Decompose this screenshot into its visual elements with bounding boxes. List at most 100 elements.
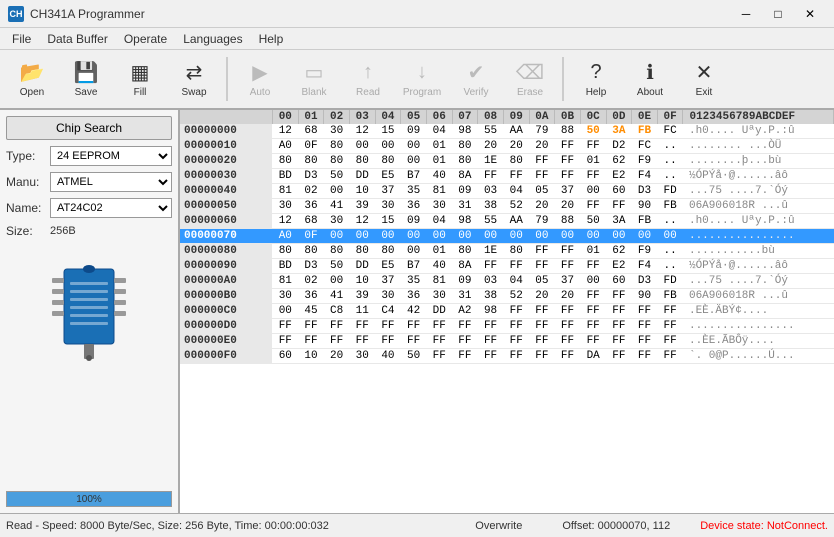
hex-byte-cell[interactable]: 50 <box>324 259 350 274</box>
hex-byte-cell[interactable]: A2 <box>452 304 478 319</box>
hex-byte-cell[interactable]: 55 <box>478 124 504 139</box>
hex-byte-cell[interactable]: FF <box>478 259 504 274</box>
hex-byte-cell[interactable]: 1E <box>478 244 504 259</box>
hex-byte-cell[interactable]: 11 <box>349 304 375 319</box>
hex-byte-cell[interactable]: 36 <box>401 199 427 214</box>
hex-byte-cell[interactable]: 39 <box>349 199 375 214</box>
hex-byte-cell[interactable]: FF <box>529 334 555 349</box>
hex-byte-cell[interactable]: 00 <box>503 229 529 244</box>
hex-byte-cell[interactable]: 20 <box>529 289 555 304</box>
hex-byte-cell[interactable]: FF <box>555 244 581 259</box>
hex-byte-cell[interactable]: E5 <box>375 259 401 274</box>
hex-byte-cell[interactable]: .. <box>657 154 683 169</box>
table-row[interactable]: 000000C00045C811C442DDA298FFFFFFFFFFFFFF… <box>180 304 834 319</box>
hex-byte-cell[interactable]: 37 <box>555 184 581 199</box>
hex-byte-cell[interactable]: FF <box>632 319 658 334</box>
hex-byte-cell[interactable]: B7 <box>401 169 427 184</box>
hex-byte-cell[interactable]: DD <box>349 169 375 184</box>
hex-byte-cell[interactable]: 37 <box>375 184 401 199</box>
hex-byte-cell[interactable]: .. <box>657 259 683 274</box>
hex-byte-cell[interactable]: FF <box>529 169 555 184</box>
hex-byte-cell[interactable]: 62 <box>606 244 632 259</box>
hex-byte-cell[interactable]: FF <box>503 304 529 319</box>
hex-byte-cell[interactable]: FF <box>272 334 298 349</box>
hex-byte-cell[interactable]: 00 <box>426 229 452 244</box>
table-row[interactable]: 000000F0601020304050FFFFFFFFFFFFDAFFFFFF… <box>180 349 834 364</box>
hex-byte-cell[interactable]: 00 <box>580 229 606 244</box>
hex-byte-cell[interactable]: FB <box>632 214 658 229</box>
hex-byte-cell[interactable]: FF <box>657 319 683 334</box>
hex-byte-cell[interactable]: F9 <box>632 244 658 259</box>
hex-byte-cell[interactable]: 60 <box>272 349 298 364</box>
hex-byte-cell[interactable]: 81 <box>272 274 298 289</box>
hex-byte-cell[interactable]: FF <box>426 319 452 334</box>
hex-byte-cell[interactable]: 01 <box>426 244 452 259</box>
fill-button[interactable]: ▦Fill <box>114 53 166 105</box>
hex-byte-cell[interactable]: 40 <box>375 349 401 364</box>
hex-byte-cell[interactable]: 12 <box>272 124 298 139</box>
hex-byte-cell[interactable]: 30 <box>272 289 298 304</box>
hex-byte-cell[interactable]: 80 <box>452 154 478 169</box>
hex-byte-cell[interactable]: 00 <box>349 229 375 244</box>
hex-byte-cell[interactable]: AA <box>503 214 529 229</box>
type-select[interactable]: 24 EEPROM <box>50 146 172 166</box>
hex-byte-cell[interactable]: FF <box>580 304 606 319</box>
hex-byte-cell[interactable]: 30 <box>375 289 401 304</box>
hex-byte-cell[interactable]: 30 <box>426 289 452 304</box>
hex-byte-cell[interactable]: 00 <box>375 139 401 154</box>
hex-byte-cell[interactable]: 0F <box>298 139 324 154</box>
hex-byte-cell[interactable]: 40 <box>426 259 452 274</box>
hex-byte-cell[interactable]: 38 <box>478 199 504 214</box>
table-row[interactable]: 000000408102001037358109030405370060D3FD… <box>180 184 834 199</box>
hex-byte-cell[interactable]: 30 <box>272 199 298 214</box>
hex-byte-cell[interactable]: 10 <box>349 274 375 289</box>
hex-byte-cell[interactable]: 80 <box>272 154 298 169</box>
hex-byte-cell[interactable]: E2 <box>606 169 632 184</box>
maximize-button[interactable]: □ <box>762 4 794 24</box>
hex-byte-cell[interactable]: 80 <box>324 139 350 154</box>
table-row[interactable]: 00000050303641393036303138522020FFFF90FB… <box>180 199 834 214</box>
hex-byte-cell[interactable]: B7 <box>401 259 427 274</box>
help-button[interactable]: ?Help <box>570 53 622 105</box>
hex-byte-cell[interactable]: F4 <box>632 259 658 274</box>
hex-byte-cell[interactable]: FF <box>375 334 401 349</box>
exit-button[interactable]: ✕Exit <box>678 53 730 105</box>
hex-byte-cell[interactable]: 00 <box>632 229 658 244</box>
hex-byte-cell[interactable]: FF <box>478 349 504 364</box>
hex-byte-cell[interactable]: 8A <box>452 259 478 274</box>
hex-byte-cell[interactable]: 45 <box>298 304 324 319</box>
hex-byte-cell[interactable]: 20 <box>503 139 529 154</box>
hex-byte-cell[interactable]: 88 <box>555 124 581 139</box>
hex-byte-cell[interactable]: 00 <box>580 184 606 199</box>
hex-byte-cell[interactable]: 15 <box>375 214 401 229</box>
hex-byte-cell[interactable]: A0 <box>272 139 298 154</box>
hex-byte-cell[interactable]: 42 <box>401 304 427 319</box>
hex-byte-cell[interactable]: FF <box>657 349 683 364</box>
hex-byte-cell[interactable]: DD <box>349 259 375 274</box>
hex-byte-cell[interactable]: FF <box>452 334 478 349</box>
hex-byte-cell[interactable]: 01 <box>580 154 606 169</box>
table-row[interactable]: 00000030BDD350DDE5B7408AFFFFFFFFFFE2F4..… <box>180 169 834 184</box>
hex-byte-cell[interactable]: FC <box>632 139 658 154</box>
hex-byte-cell[interactable]: FF <box>401 334 427 349</box>
hex-byte-cell[interactable]: 68 <box>298 214 324 229</box>
hex-byte-cell[interactable]: FF <box>478 334 504 349</box>
hex-byte-cell[interactable]: 00 <box>478 229 504 244</box>
hex-byte-cell[interactable]: 09 <box>452 184 478 199</box>
hex-byte-cell[interactable]: 80 <box>452 139 478 154</box>
hex-byte-cell[interactable]: 20 <box>529 139 555 154</box>
hex-byte-cell[interactable]: FF <box>606 304 632 319</box>
hex-byte-cell[interactable]: DD <box>426 304 452 319</box>
hex-byte-cell[interactable]: FF <box>580 334 606 349</box>
hex-byte-cell[interactable]: FF <box>606 289 632 304</box>
hex-byte-cell[interactable]: FF <box>529 349 555 364</box>
hex-byte-cell[interactable]: 30 <box>324 124 350 139</box>
hex-byte-cell[interactable]: FF <box>555 154 581 169</box>
hex-byte-cell[interactable]: 31 <box>452 289 478 304</box>
hex-byte-cell[interactable]: FF <box>580 259 606 274</box>
hex-byte-cell[interactable]: 55 <box>478 214 504 229</box>
hex-byte-cell[interactable]: FF <box>503 169 529 184</box>
hex-byte-cell[interactable]: 80 <box>324 154 350 169</box>
hex-byte-cell[interactable]: .. <box>657 214 683 229</box>
hex-byte-cell[interactable]: 98 <box>452 124 478 139</box>
